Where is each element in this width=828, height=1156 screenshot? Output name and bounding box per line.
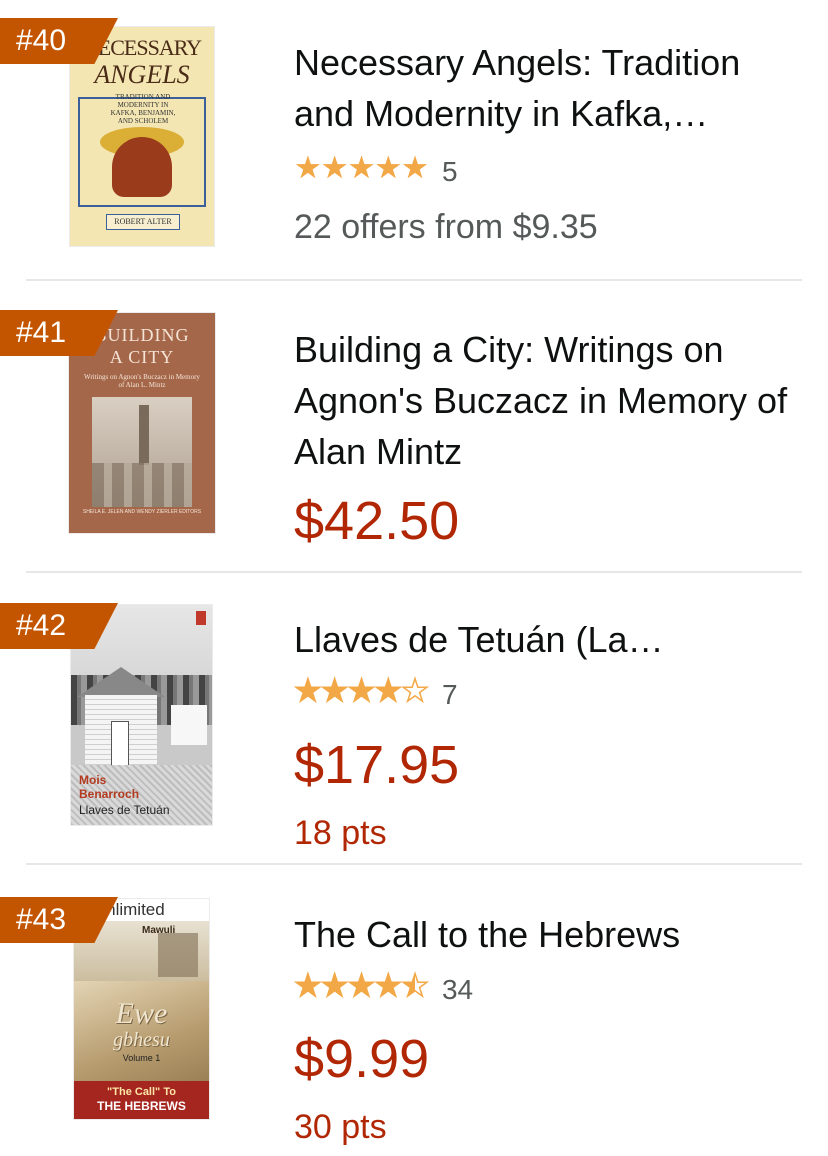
- publisher-logo-icon: [196, 611, 206, 625]
- offers-text[interactable]: 22 offers from $9.35: [294, 208, 598, 247]
- stars-fill: ★★★★★: [294, 151, 428, 185]
- cover-ruins: [158, 933, 198, 977]
- cover-author: ROBERT ALTER: [106, 214, 180, 230]
- divider: [26, 279, 802, 281]
- stars-fill: ★★★★★: [294, 674, 402, 708]
- cover-church-tower: [139, 405, 149, 465]
- divider: [26, 863, 802, 865]
- cover-subtitle: TRADITION AND MODERNITY IN KAFKA, BENJAM…: [110, 93, 176, 125]
- review-count: 7: [441, 679, 458, 710]
- cover-title-line2: gbhesu: [113, 1029, 170, 1051]
- cover-subtitle: Writings on Agnon's Buczacz in Memory of…: [84, 373, 200, 389]
- stars-icon: ★★★★★ ★★★★★: [293, 673, 429, 709]
- cover-author-line2: Benarroch: [79, 787, 140, 801]
- cover-angel-figure: [112, 137, 172, 197]
- stars-icon: ★★★★★ ★★★★★: [294, 150, 429, 185]
- star-rating[interactable]: ★★★★★ ★★★★★ 34: [293, 968, 474, 1005]
- stars-icon: ★★★★★ ★★★★★: [293, 968, 429, 1004]
- cover-rooftops: [92, 463, 192, 507]
- cover-title-band: "The Call" To THE HEBREWS: [74, 1081, 209, 1119]
- star-rating[interactable]: ★★★★★ ★★★★★ 7: [293, 673, 458, 710]
- cover-house-roof: [77, 667, 165, 697]
- price: $17.95: [294, 735, 460, 795]
- product-title[interactable]: Llaves de Tetuán (La…: [294, 614, 794, 665]
- price: $9.99: [294, 1029, 430, 1089]
- product-title[interactable]: Building a City: Writings on Agnon's Buc…: [294, 324, 794, 477]
- cover-white-block: [171, 705, 207, 745]
- price: $42.50: [294, 491, 460, 551]
- product-item-40[interactable]: #40 NECESSARY ANGELS TRADITION AND MODER…: [0, 0, 828, 280]
- stars-fill: ★★★★★: [294, 969, 415, 1003]
- cover-band-line1: "The Call" To: [107, 1086, 176, 1098]
- product-item-43[interactable]: #43 dleunlimited Mawuli Ewe gbhesu Volum…: [0, 866, 828, 1156]
- cover-volume: Volume 1: [122, 1053, 161, 1063]
- product-title[interactable]: Necessary Angels: Tradition and Modernit…: [294, 37, 794, 139]
- reward-points: 18 pts: [294, 814, 387, 852]
- cover-editors: SHEILA E. JELEN AND WENDY ZIERLER EDITOR…: [82, 509, 202, 515]
- cover-band-line2: THE HEBREWS: [97, 1099, 186, 1113]
- star-rating[interactable]: ★★★★★ ★★★★★ 5: [294, 150, 458, 188]
- cover-house-door: [111, 721, 129, 767]
- cover-title-line1: Ewe: [115, 997, 168, 1030]
- review-count: 5: [441, 156, 458, 187]
- cover-title: Llaves de Tetuán: [79, 803, 170, 817]
- product-item-42[interactable]: #42 Mois Benarroch Llaves de Tetuán Llav…: [0, 574, 828, 864]
- cover-author: Mawuli: [142, 925, 176, 936]
- review-count: 34: [441, 974, 474, 1005]
- divider: [26, 571, 802, 573]
- product-title[interactable]: The Call to the Hebrews: [294, 909, 794, 960]
- cover-title-line2: ANGELS: [94, 60, 190, 89]
- product-item-41[interactable]: #41 BUILDING A CITY Writings on Agnon's …: [0, 282, 828, 572]
- cover-author-line1: Mois: [79, 773, 107, 787]
- reward-points: 30 pts: [294, 1108, 387, 1146]
